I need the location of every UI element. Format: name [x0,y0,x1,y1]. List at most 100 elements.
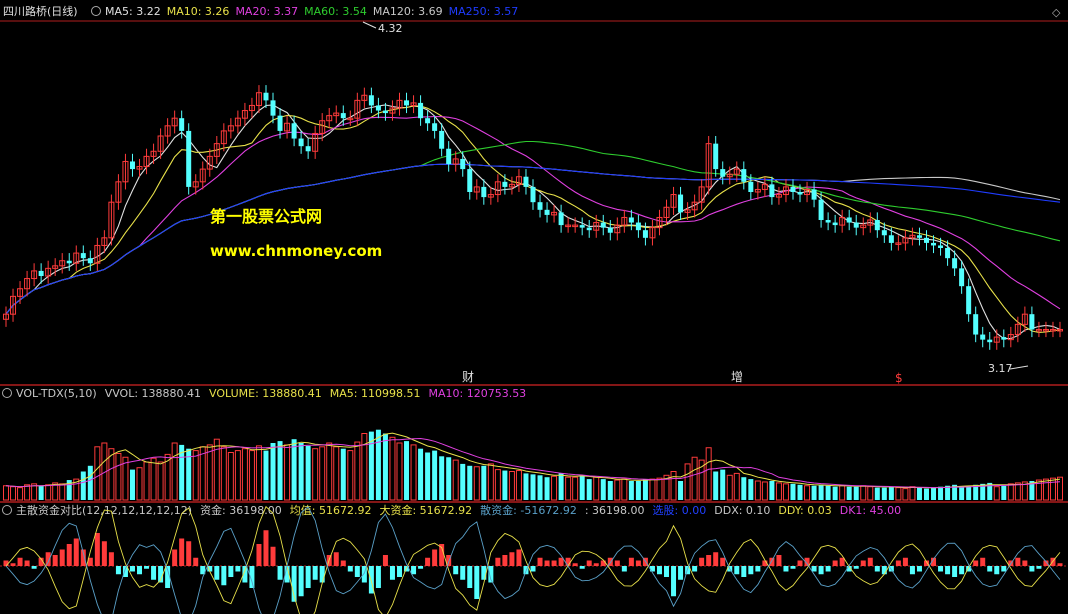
candle [333,105,340,124]
ma-label-ma5: MA5: 3.22 [105,5,161,18]
funds-bar [895,560,901,566]
indicator-toggle-icon[interactable] [91,6,101,16]
funds-bar [902,557,908,566]
volume-bar [649,478,656,501]
volume-bar [284,444,291,501]
volume-bar [326,442,333,501]
volume-bar [17,487,24,501]
funds-bar [137,566,143,575]
candle [508,176,515,195]
volume-bar [916,487,922,500]
volume-bar [473,466,480,501]
funds-bar [530,566,536,572]
candle [404,92,410,114]
funds-bar [151,566,157,580]
funds-bar [656,566,662,575]
funds-bar [214,566,220,580]
funds-bar [811,566,817,572]
funds-bar [860,560,866,566]
volume-bar [298,443,304,500]
candle [227,118,234,139]
volume-bar [593,476,600,501]
volume-bar [38,485,44,500]
event-marker-increase[interactable]: 增 [731,370,743,384]
candle [839,209,846,233]
volume-bar [227,452,234,501]
volume-bar [544,477,550,500]
candle [241,102,248,126]
candle [860,217,867,236]
funds-bar [453,566,459,575]
volume-bar [291,439,297,500]
funds-bar [1022,560,1028,566]
volume-toggle-icon[interactable] [2,388,12,398]
funds-bar [66,544,72,566]
volume-bar [769,481,775,500]
volume-bar [467,465,473,500]
funds-bar [418,566,424,569]
volume-bar [94,446,101,501]
volume-bar [909,486,916,501]
funds-bar [115,566,121,575]
stock-chart-canvas[interactable]: 四川路桥(日线) MA5: 3.22 MA10: 3.26 MA20: 3.37 MA… [0,0,1068,614]
volume-bar [150,457,157,501]
volume-bar [375,429,381,500]
candle [129,153,135,177]
funds-bar [354,566,360,577]
candle [45,260,52,284]
funds-bar [305,566,311,588]
legend-label: VOLUME: 138880.41 [209,387,322,400]
event-marker-finance[interactable]: 财 [462,370,474,384]
funds-bar [945,566,951,575]
stock-title: 四川路桥(日线) [3,4,78,18]
volume-bar [790,483,796,500]
candle [621,209,628,233]
low-price-label: 3.17 [988,362,1013,375]
candle [980,326,986,348]
funds-bar [502,555,508,566]
candle [1029,306,1035,338]
candle [966,278,972,322]
volume-bar [741,477,747,500]
volume-bar [192,450,199,501]
volume-bar [959,486,965,500]
candle [916,227,922,246]
volume-bar [460,463,466,500]
candle [987,332,993,350]
funds-bar [179,538,185,566]
volume-bar [333,446,340,501]
volume-bar [938,486,944,500]
funds-bar [312,566,318,580]
candle [270,92,276,124]
funds-bar [108,552,114,566]
funds-bar [741,566,747,577]
candle [741,161,747,190]
diamond-icon[interactable]: ◇ [1052,6,1061,19]
candle [234,110,241,134]
legend-label: 大资金: 51672.92 [379,503,472,517]
candle [902,230,909,251]
funds-bar [375,566,381,588]
candle [87,250,93,271]
funds-bar [101,541,107,566]
volume-bar [80,471,86,500]
volume-bar [923,488,929,500]
funds-bar [734,566,740,575]
funds-bar [692,566,698,572]
funds-toggle-icon[interactable] [2,505,12,515]
volume-bar [1049,477,1056,501]
funds-bar [396,566,402,577]
candle [1007,326,1014,348]
volume-bar [248,450,255,501]
volume-bar [157,461,164,501]
event-marker-dollar[interactable]: $ [895,371,903,385]
candle [945,240,951,266]
volume-bar [684,463,691,501]
volume-bar [713,471,719,500]
ma-label-ma10: MA10: 3.26 [167,5,230,18]
volume-bar [523,473,529,500]
volume-bar [565,476,572,501]
volume-bar [691,456,698,501]
candle [558,204,564,233]
candle [649,220,656,246]
